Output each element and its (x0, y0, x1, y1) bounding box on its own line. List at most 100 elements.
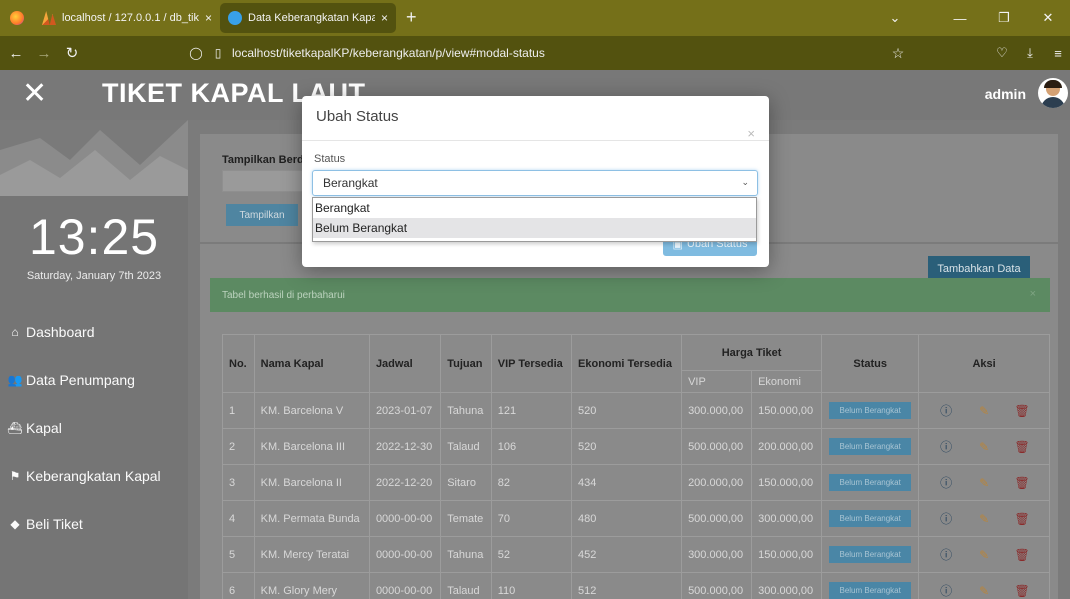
browser-tab-bar: localhost / 127.0.0.1 / db_tiketk × Data… (0, 0, 1070, 36)
info-icon[interactable]: ⓘ (937, 582, 955, 599)
reload-button[interactable]: ↻ (60, 44, 84, 62)
shield-icon[interactable]: ◯ (188, 46, 204, 60)
cell-nama-kapal: KM. Barcelona II (253, 464, 370, 501)
cell-vip-tersedia: 70 (490, 500, 573, 537)
table-row: 1 KM. Barcelona V 2023-01-07 Tahuna 121 520 30… (222, 392, 1050, 429)
filter-label: Tampilkan Berd (222, 154, 304, 166)
sidebar-item-label: Dashboard (26, 324, 95, 340)
trash-icon[interactable]: 🗑 (1013, 584, 1031, 598)
status-option-belum-berangkat[interactable]: Belum Berangkat (313, 218, 756, 238)
close-tab-icon[interactable]: × (205, 11, 212, 25)
cell-nama-kapal: KM. Barcelona V (253, 392, 370, 429)
cell-tujuan: Tahuna (440, 536, 492, 573)
users-icon: 👥 (7, 373, 23, 387)
tab-title: Data Keberangkatan Kapal (248, 12, 375, 24)
tab-phpmyadmin[interactable]: localhost / 127.0.0.1 / db_tiketk × (34, 3, 220, 33)
close-window-button[interactable]: ✕ (1026, 10, 1070, 26)
sidebar-item-kapal[interactable]: ⛴ Kapal (0, 404, 188, 452)
sidebar-item-keberangkatan-kapal[interactable]: ⚑ Keberangkatan Kapal (0, 452, 188, 500)
status-select[interactable]: Berangkat ⌄ (312, 170, 758, 196)
sidebar-menu: ⌂ Dashboard 👥 Data Penumpang ⛴ Kapal ⚑ K… (0, 308, 188, 548)
info-icon[interactable]: ⓘ (937, 474, 955, 491)
menu-icon[interactable]: ≡ (1046, 46, 1070, 61)
trash-icon[interactable]: 🗑 (1013, 404, 1031, 418)
trash-icon[interactable]: 🗑 (1013, 476, 1031, 490)
tampilkan-button[interactable]: Tampilkan (226, 204, 298, 226)
status-option-berangkat[interactable]: Berangkat (313, 198, 756, 218)
col-jadwal: Jadwal (368, 334, 442, 393)
cell-no: 6 (222, 572, 255, 599)
info-icon[interactable]: ⓘ (937, 546, 955, 563)
edit-icon[interactable]: ✎ (975, 404, 993, 418)
cell-vip-tersedia: 52 (490, 536, 573, 573)
pocket-icon[interactable]: ♡ (990, 45, 1014, 61)
info-icon[interactable]: ⓘ (937, 402, 955, 419)
new-tab-button[interactable]: + (406, 7, 417, 28)
alert-close-icon[interactable]: × (1030, 288, 1036, 300)
cell-aksi: ⓘ ✎ 🗑 (918, 392, 1050, 429)
info-icon[interactable]: ⓘ (937, 438, 955, 455)
window-controls: ⌄ — ❐ ✕ (880, 0, 1070, 36)
close-tab-icon[interactable]: × (381, 11, 388, 25)
cell-harga-ekonomi: 300.000,00 (751, 500, 823, 537)
col-vip-tersedia: VIP Tersedia (490, 334, 573, 393)
status-badge[interactable]: Belum Berangkat (829, 474, 911, 491)
cell-harga-vip: 500.000,00 (681, 572, 753, 599)
cell-status: Belum Berangkat (821, 464, 920, 501)
forward-button[interactable]: → (32, 45, 56, 62)
edit-icon[interactable]: ✎ (975, 512, 993, 526)
sidebar-item-beli-tiket[interactable]: ◆ Beli Tiket (0, 500, 188, 548)
cell-jadwal: 2022-12-30 (368, 428, 442, 465)
home-icon: ⌂ (11, 325, 19, 339)
wave-banner-graphic (0, 120, 188, 196)
info-icon[interactable]: ⓘ (937, 510, 955, 527)
trash-icon[interactable]: 🗑 (1013, 548, 1031, 562)
sidebar-banner (0, 120, 188, 196)
trash-icon[interactable]: 🗑 (1013, 512, 1031, 526)
cell-harga-vip: 500.000,00 (681, 428, 753, 465)
status-badge[interactable]: Belum Berangkat (829, 546, 911, 563)
status-badge[interactable]: Belum Berangkat (829, 582, 911, 599)
user-name[interactable]: admin (985, 86, 1026, 102)
back-button[interactable]: ← (4, 45, 28, 62)
cell-ekonomi-tersedia: 520 (571, 392, 683, 429)
status-selected-value: Berangkat (323, 176, 378, 190)
table-row: 3 KM. Barcelona II 2022-12-20 Sitaro 82 434 20… (222, 464, 1050, 501)
col-aksi: Aksi (918, 334, 1050, 393)
bookmark-star-icon[interactable]: ☆ (888, 45, 908, 62)
filter-input[interactable] (222, 170, 312, 192)
edit-icon[interactable]: ✎ (975, 584, 993, 598)
modal-close-icon[interactable]: × (747, 126, 755, 141)
address-bar[interactable]: ◯ ▯ localhost/tiketkapalKP/keberangkatan… (188, 40, 908, 66)
tab-list-chevron-icon[interactable]: ⌄ (880, 10, 910, 26)
avatar[interactable] (1038, 78, 1068, 108)
download-icon[interactable]: ⤓ (1018, 45, 1042, 61)
maximize-button[interactable]: ❐ (982, 10, 1026, 26)
page-icon[interactable]: ▯ (210, 46, 226, 60)
cell-harga-ekonomi: 150.000,00 (751, 464, 823, 501)
table-row: 5 KM. Mercy Teratai 0000-00-00 Tahuna 52 452 3… (222, 536, 1050, 573)
table-row: 6 KM. Glory Mery 0000-00-00 Talaud 110 512 500… (222, 572, 1050, 599)
cell-jadwal: 2022-12-20 (368, 464, 442, 501)
trash-icon[interactable]: 🗑 (1013, 440, 1031, 454)
url-text[interactable]: localhost/tiketkapalKP/keberangkatan/p/v… (232, 46, 888, 60)
sidebar-item-data-penumpang[interactable]: 👥 Data Penumpang (0, 356, 188, 404)
cell-jadwal: 0000-00-00 (368, 572, 442, 599)
edit-icon[interactable]: ✎ (975, 476, 993, 490)
status-badge[interactable]: Belum Berangkat (829, 402, 911, 419)
flag-icon: ⚑ (9, 469, 21, 483)
tab-keberangkatan[interactable]: Data Keberangkatan Kapal × (220, 3, 396, 33)
cell-status: Belum Berangkat (821, 428, 920, 465)
status-badge[interactable]: Belum Berangkat (829, 438, 911, 455)
edit-icon[interactable]: ✎ (975, 440, 993, 454)
sidebar-item-dashboard[interactable]: ⌂ Dashboard (0, 308, 188, 356)
modal-title: Ubah Status (316, 108, 399, 125)
alert-text: Tabel berhasil di perbaharui (222, 289, 345, 301)
cell-aksi: ⓘ ✎ 🗑 (918, 500, 1050, 537)
minimize-button[interactable]: — (938, 11, 982, 26)
sidebar-toggle-close-icon[interactable]: ✕ (22, 76, 47, 111)
status-badge[interactable]: Belum Berangkat (829, 510, 911, 527)
edit-icon[interactable]: ✎ (975, 548, 993, 562)
status-label: Status (314, 153, 346, 165)
cell-harga-vip: 300.000,00 (681, 536, 753, 573)
